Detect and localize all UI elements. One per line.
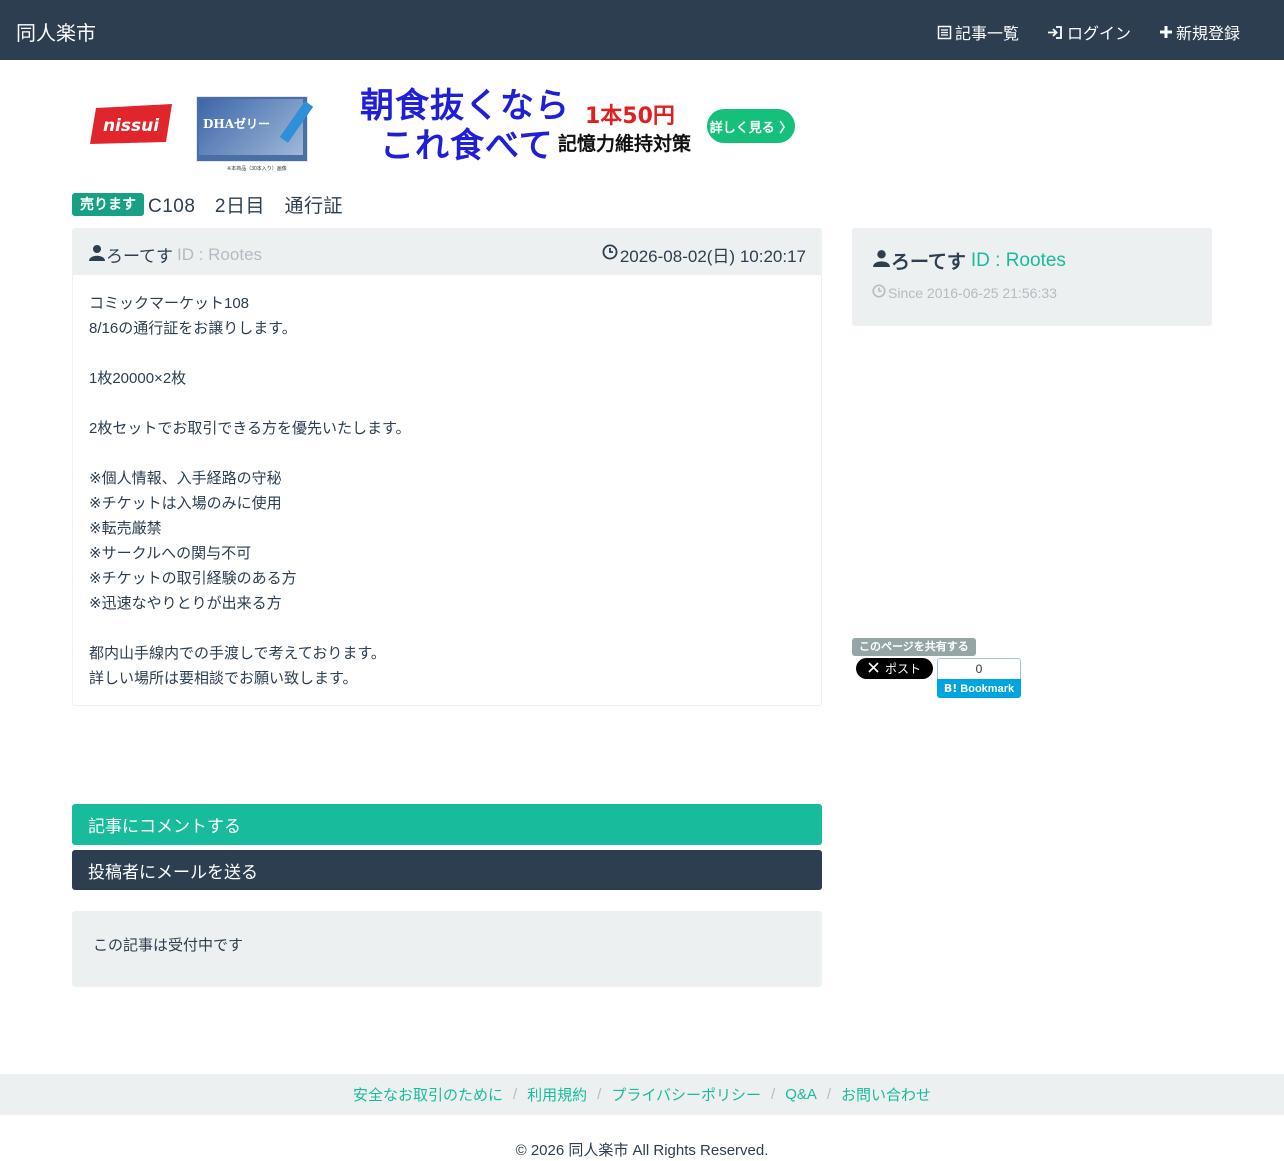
status-box: この記事は受付中です xyxy=(72,911,822,987)
footer-separator: / xyxy=(512,1086,518,1103)
nissui-logo: nissui xyxy=(88,102,174,146)
footer-link-faq[interactable]: Q&A xyxy=(785,1086,817,1103)
post-panel: ろーてす ID : Rootes 2026-08-02(日) 10:20:17 … xyxy=(72,228,822,706)
nav-articles-link[interactable]: 記事一覧 xyxy=(937,20,1019,44)
clock-icon xyxy=(602,244,618,265)
ad-subline: 記憶力維持対策 xyxy=(558,133,692,155)
nav-register-link[interactable]: 新規登録 xyxy=(1159,20,1240,44)
product-image: DHAゼリー ※本商品（30本入り）画像 xyxy=(196,96,314,172)
nav-articles-label: 記事一覧 xyxy=(954,26,1019,43)
brand-logo[interactable]: 同人楽市 xyxy=(16,17,96,46)
sell-badge: 売ります xyxy=(72,193,144,216)
product-name: DHAゼリー xyxy=(203,117,271,131)
profile-name[interactable]: ろーてす xyxy=(891,247,966,274)
profile-name-row: ろーてす ID : Rootes xyxy=(872,247,1066,274)
ad-headline-line1: 朝食抜くなら xyxy=(360,86,570,126)
profile-card: ろーてす ID : Rootes Since 2016-06-25 21:56:… xyxy=(852,228,1212,326)
footer-link-privacy[interactable]: プライバシーポリシー xyxy=(611,1084,761,1105)
svg-text:nissui: nissui xyxy=(103,116,160,136)
copyright: © 2026 同人楽市 All Rights Reserved. xyxy=(515,1142,769,1159)
product-caption: ※本商品（30本入り）画像 xyxy=(227,166,287,172)
footer-separator: / xyxy=(597,1086,602,1103)
post-author: ろーてす ID : Rootes xyxy=(88,242,262,267)
profile-since-text: Since 2016-06-25 21:56:33 xyxy=(888,284,1057,301)
x-icon xyxy=(868,661,879,676)
footer-separator: / xyxy=(771,1086,776,1103)
nav-login-link[interactable]: ログイン xyxy=(1047,20,1131,44)
ad-headline-line2: これ食べて xyxy=(380,126,554,166)
login-icon xyxy=(1047,25,1064,40)
plus-icon xyxy=(1159,25,1173,39)
footer-link-contact[interactable]: お問い合わせ xyxy=(841,1084,931,1105)
footer-link-terms[interactable]: 利用規約 xyxy=(527,1084,587,1105)
user-icon xyxy=(872,249,891,273)
nav-links: 記事一覧 ログイン 新規登録 xyxy=(937,20,1240,44)
nav-register-label: 新規登録 xyxy=(1175,26,1240,43)
x-post-label: ポスト xyxy=(884,662,921,676)
footer-link-safety[interactable]: 安全なお取引のために xyxy=(353,1084,503,1105)
profile-since: Since 2016-06-25 21:56:33 xyxy=(872,284,1057,301)
footer-links: 安全なお取引のために / 利用規約 / プライバシーポリシー / Q&A / お… xyxy=(0,1074,1284,1115)
post-author-name[interactable]: ろーてす xyxy=(106,242,173,267)
hatena-b-icon: B! xyxy=(943,682,958,695)
status-text: この記事は受付中です xyxy=(93,937,244,954)
post-title-row: 売ります C108 2日目 通行証 xyxy=(72,191,343,218)
footer-separator: / xyxy=(826,1086,832,1103)
navbar: 同人楽市 記事一覧 ログイン 新規登録 xyxy=(0,0,1284,60)
user-icon xyxy=(88,244,106,266)
post-author-id: ID : Rootes xyxy=(176,244,263,264)
post-body: コミックマーケット108 8/16の通行証をお譲りします。 1枚20000×2枚… xyxy=(89,295,411,687)
ad-price: 1本50円 xyxy=(585,104,675,129)
nav-login-label: ログイン xyxy=(1066,26,1131,43)
ad-headline: 朝食抜くなら これ食べて xyxy=(360,86,570,166)
post-date-text: 2026-08-02(日) 10:20:17 xyxy=(619,247,806,266)
comment-button[interactable]: 記事にコメントする xyxy=(72,804,822,845)
hatena-bookmark-label: Bookmark xyxy=(960,682,1015,695)
ad-banner[interactable]: nissui DHAゼリー ※本商品（30本入り）画像 朝食抜くなら これ食べて… xyxy=(80,86,800,172)
post-date: 2026-08-02(日) 10:20:17 xyxy=(602,242,806,267)
list-icon xyxy=(937,25,952,40)
post-title: C108 2日目 通行証 xyxy=(148,196,343,217)
hatena-count: 0 xyxy=(937,658,1021,679)
mail-author-button[interactable]: 投稿者にメールを送る xyxy=(72,850,822,890)
clock-icon xyxy=(872,284,886,301)
post-header: ろーてす ID : Rootes 2026-08-02(日) 10:20:17 xyxy=(73,229,821,275)
x-post-button[interactable]: ポスト xyxy=(856,658,933,679)
share-label: このページを共有する xyxy=(852,638,976,656)
hatena-bookmark-button[interactable]: B! Bookmark xyxy=(937,679,1021,698)
ad-cta-button[interactable]: 詳しく見る 〉 xyxy=(707,109,795,143)
profile-id[interactable]: ID : Rootes xyxy=(971,250,1066,272)
